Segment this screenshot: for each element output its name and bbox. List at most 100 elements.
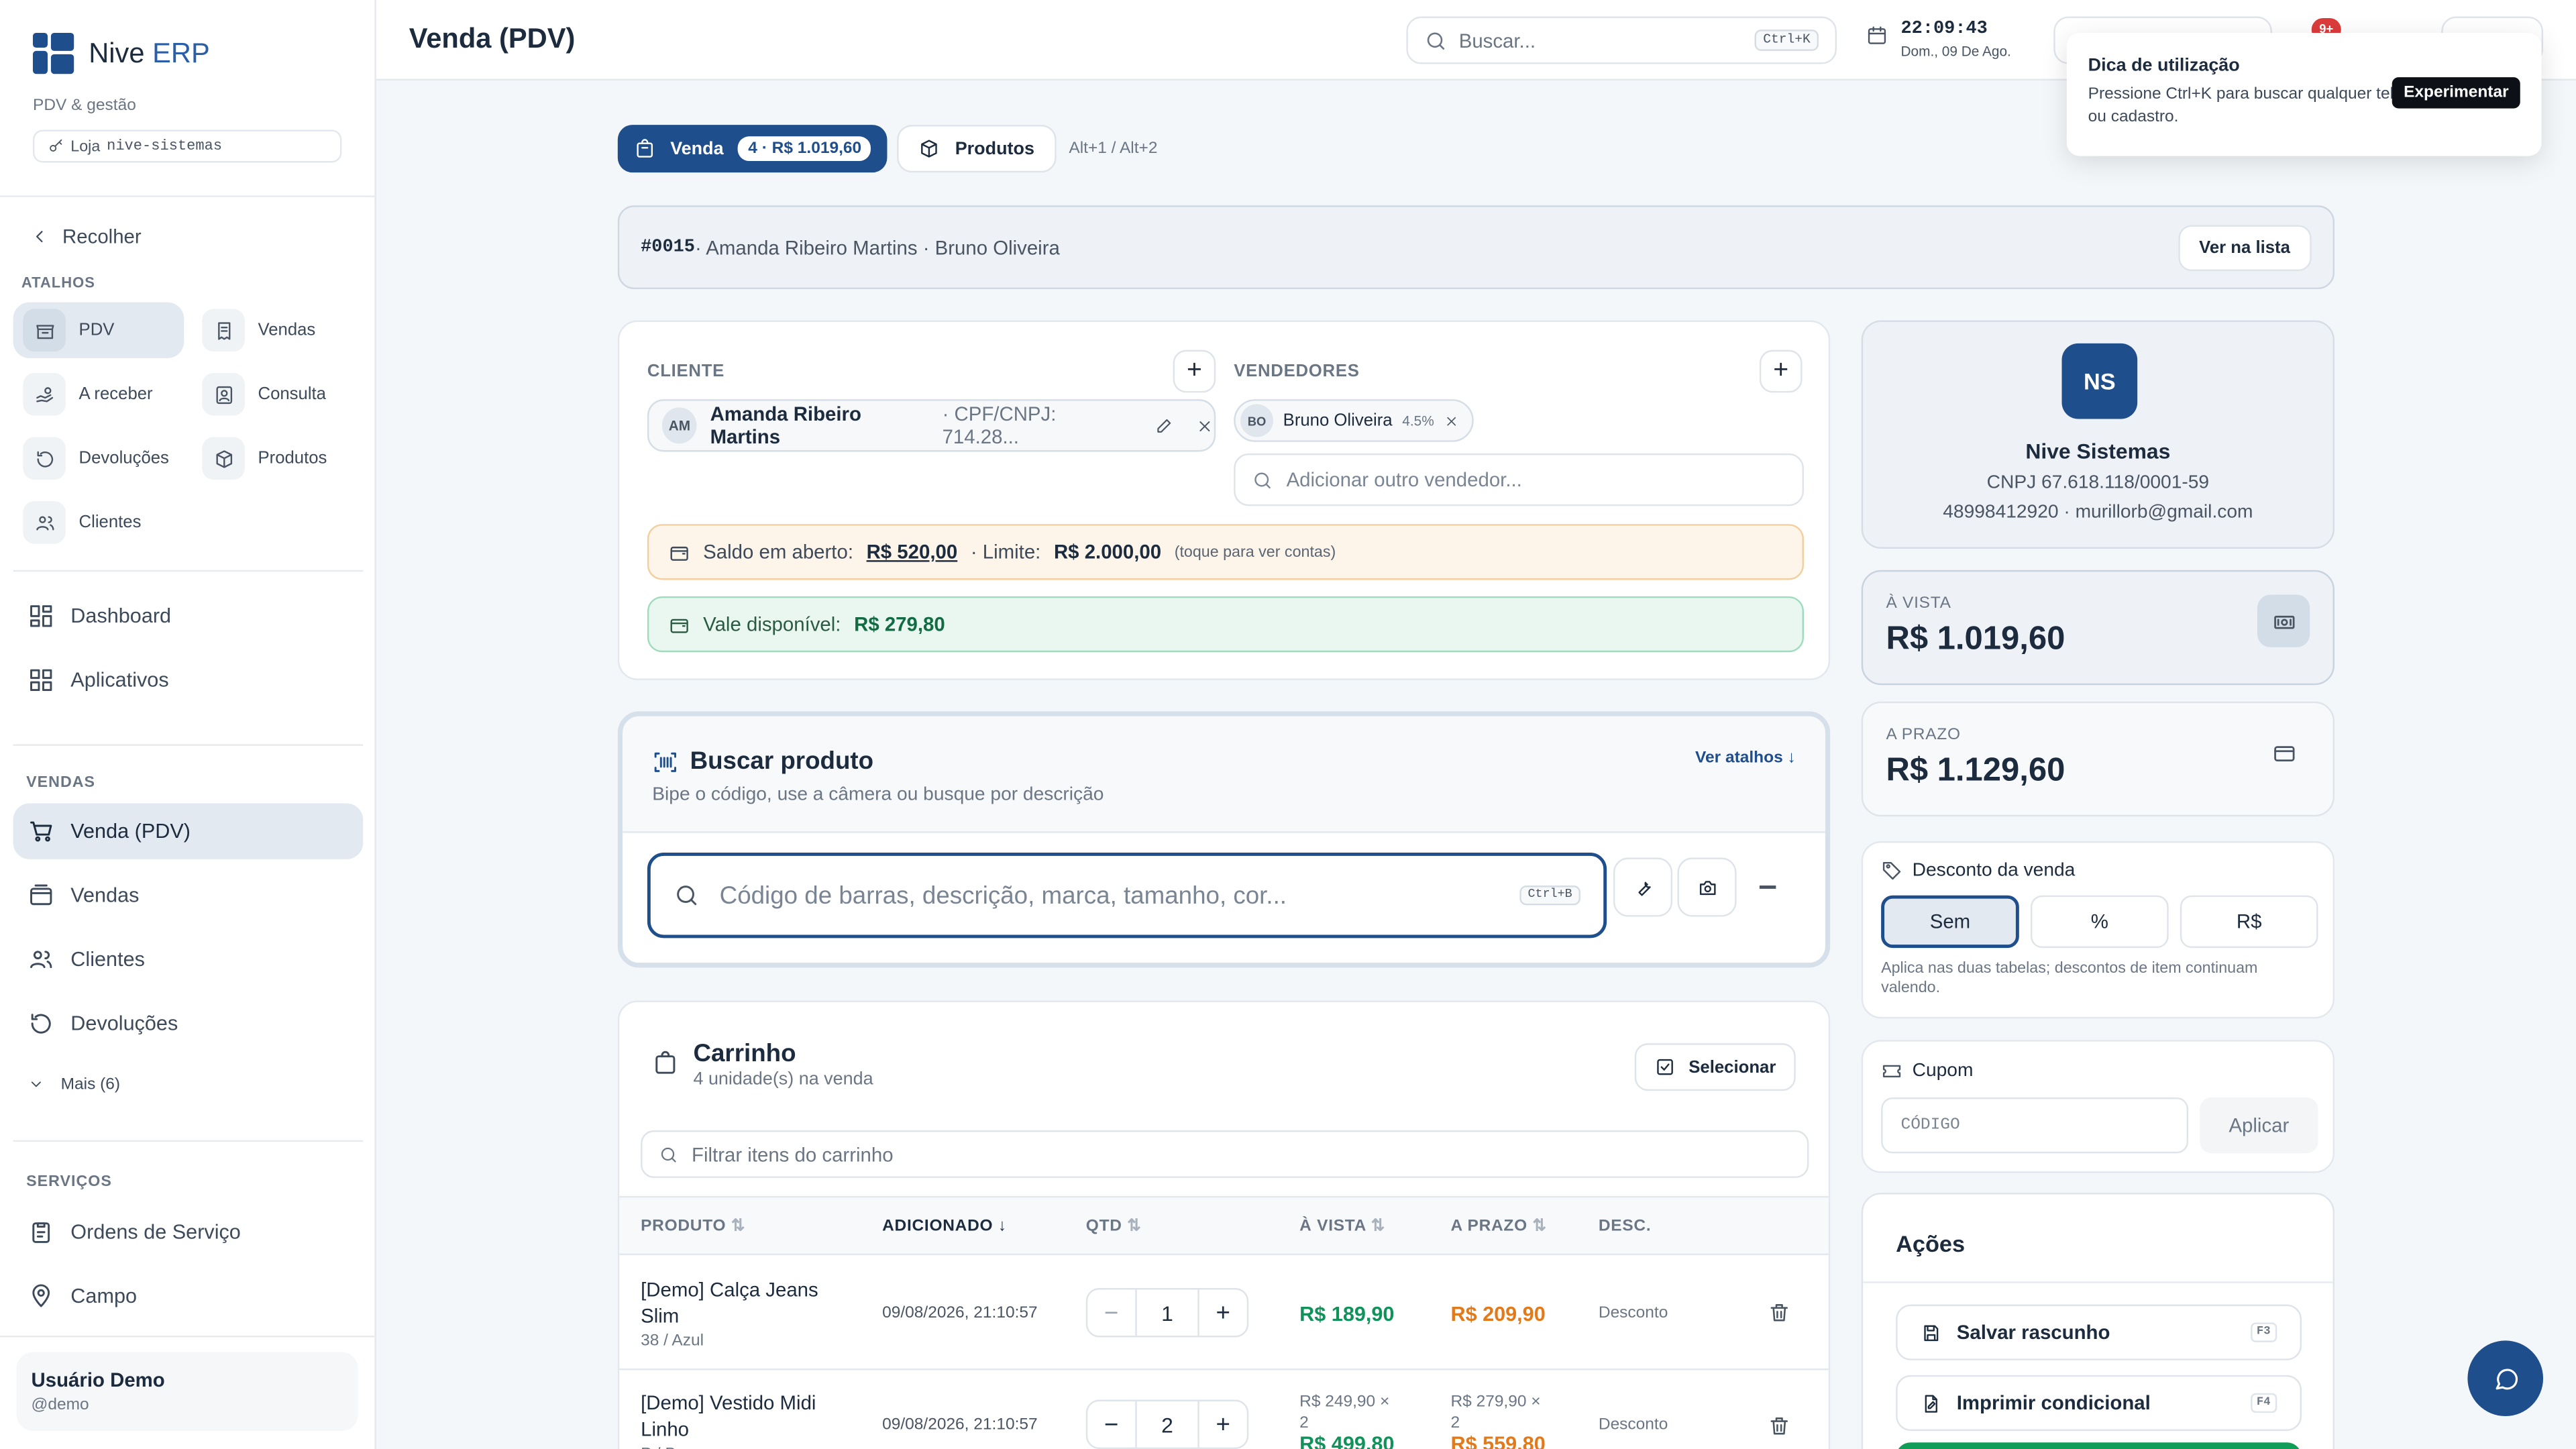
- balance-alert[interactable]: Saldo em aberto: R$ 520,00 · Limite: R$ …: [647, 524, 1805, 580]
- nav-ordens-servico[interactable]: Ordens de Serviço: [13, 1204, 364, 1260]
- shortcut-devolucoes[interactable]: Devoluções: [13, 431, 184, 486]
- camera-button[interactable]: [1677, 857, 1737, 917]
- added-date: 09/08/2026, 21:10:57: [882, 1304, 1038, 1323]
- product-variant: 38 / Azul: [641, 1332, 704, 1351]
- product-search-input[interactable]: Código de barras, descrição, marca, tama…: [647, 853, 1607, 938]
- nav-campo[interactable]: Campo: [13, 1269, 364, 1324]
- shortcut-consulta[interactable]: Consulta: [193, 366, 364, 422]
- total-vista-label: À VISTA: [1886, 594, 1951, 613]
- add-seller-button[interactable]: +: [1759, 350, 1803, 393]
- bag-icon: [655, 1051, 676, 1074]
- tab-shortcut-hint: Alt+1 / Alt+2: [1069, 140, 1158, 158]
- discount-percent-button[interactable]: %: [2030, 895, 2169, 949]
- quantity-value[interactable]: 1: [1135, 1289, 1199, 1336]
- cart-filter-input[interactable]: Filtrar itens do carrinho: [641, 1130, 1809, 1178]
- nav-clientes[interactable]: Clientes: [13, 932, 364, 987]
- shortcut-clientes[interactable]: Clientes: [13, 494, 184, 550]
- undo-icon: [23, 437, 66, 480]
- edit-icon[interactable]: [1155, 416, 1173, 435]
- table-row[interactable]: [Demo] Vestido Midi Linho P / Bege 09/08…: [619, 1372, 1828, 1449]
- total-a-prazo[interactable]: A PRAZO R$ 1.129,60: [1861, 701, 2335, 817]
- close-icon[interactable]: [1444, 413, 1458, 428]
- divider: [13, 1140, 364, 1142]
- brand[interactable]: Nive ERP: [32, 32, 210, 74]
- tab-produtos[interactable]: Produtos: [897, 125, 1056, 173]
- shortcut-label: PDV: [78, 320, 115, 340]
- col-adicionado[interactable]: ADICIONADO ↓: [882, 1218, 1007, 1236]
- view-in-list-button[interactable]: Ver na lista: [2178, 224, 2312, 270]
- col-produto[interactable]: PRODUTO ⇅: [641, 1218, 745, 1236]
- shortcut-produtos[interactable]: Produtos: [193, 431, 364, 486]
- cart-icon: [30, 821, 52, 842]
- sidebar: Nive ERP PDV & gestão Loja nive-sistemas…: [0, 0, 376, 1449]
- collapse-button[interactable]: Recolher: [30, 225, 142, 248]
- minimize-icon[interactable]: [1759, 885, 1776, 888]
- add-client-button[interactable]: +: [1173, 350, 1216, 393]
- tools-button[interactable]: [1613, 857, 1673, 917]
- col-qtd[interactable]: QTD ⇅: [1086, 1218, 1142, 1236]
- user-name: Usuário Demo: [31, 1368, 165, 1392]
- shortcut-pdv[interactable]: PDV: [13, 302, 184, 358]
- tip-try-button[interactable]: Experimentar: [2392, 77, 2520, 109]
- user-card[interactable]: Usuário Demo @demo: [16, 1352, 358, 1432]
- total-a-vista[interactable]: À VISTA R$ 1.019,60: [1861, 570, 2335, 686]
- decrement-button[interactable]: −: [1087, 1410, 1135, 1438]
- select-items-button[interactable]: Selecionar: [1634, 1043, 1796, 1091]
- col-a-prazo[interactable]: A PRAZO ⇅: [1450, 1218, 1546, 1236]
- product-search-placeholder: Código de barras, descrição, marca, tama…: [719, 881, 1287, 910]
- nav-vendas[interactable]: Vendas: [13, 867, 364, 923]
- view-shortcuts-link[interactable]: Ver atalhos ↓: [1695, 749, 1796, 767]
- nav-venda-pdv[interactable]: Venda (PDV): [13, 803, 364, 859]
- shortcut-label: Clientes: [78, 513, 142, 533]
- client-chip[interactable]: AM Amanda Ribeiro Martins · CPF/CNPJ: 71…: [647, 399, 1216, 452]
- trash-icon[interactable]: [1768, 1415, 1790, 1438]
- discount-none-button[interactable]: Sem: [1881, 895, 2019, 949]
- store-selector[interactable]: Loja nive-sistemas: [32, 129, 342, 163]
- product-search-subtitle: Bipe o código, use a câmera ou busque po…: [652, 785, 1104, 806]
- increment-button[interactable]: +: [1199, 1299, 1247, 1327]
- shortcut-vendas[interactable]: Vendas: [193, 303, 364, 358]
- balance-label: Saldo em aberto:: [703, 540, 853, 564]
- save-shortcut: F3: [2250, 1322, 2277, 1342]
- col-a-vista[interactable]: À VISTA ⇅: [1299, 1218, 1385, 1236]
- quantity-value[interactable]: 2: [1135, 1401, 1199, 1448]
- nav-dashboard[interactable]: Dashboard: [13, 588, 364, 644]
- hand-coins-icon: [23, 372, 66, 416]
- seller-commission: 4.5%: [1402, 412, 1434, 429]
- apps-icon: [30, 669, 52, 692]
- voucher-alert: Vale disponível: R$ 279,80: [647, 596, 1805, 653]
- increment-button[interactable]: +: [1199, 1410, 1247, 1438]
- client-name: Amanda Ribeiro Martins: [710, 402, 861, 449]
- quantity-stepper[interactable]: − 2 +: [1085, 1399, 1249, 1449]
- quantity-stepper[interactable]: − 1 +: [1085, 1288, 1249, 1338]
- decrement-button[interactable]: −: [1087, 1299, 1135, 1327]
- shortcut-a-receber[interactable]: A receber: [13, 366, 184, 422]
- chat-button[interactable]: [2467, 1340, 2544, 1417]
- product-search-title: Buscar produto: [652, 747, 873, 775]
- nav-aplicativos[interactable]: Aplicativos: [13, 652, 364, 708]
- map-pin-icon: [32, 1284, 50, 1307]
- coupon-input[interactable]: CÓDIGO: [1881, 1097, 2189, 1154]
- add-seller-input[interactable]: Adicionar outro vendedor...: [1234, 453, 1805, 506]
- clock: 22:09:43 Dom., 09 De Ago.: [1866, 19, 2011, 59]
- table-row[interactable]: [Demo] Calça Jeans Slim 38 / Azul 09/08/…: [619, 1256, 1829, 1371]
- discount-link[interactable]: Desconto: [1599, 1416, 1668, 1434]
- discount-link[interactable]: Desconto: [1599, 1305, 1668, 1323]
- finalize-sale-button[interactable]: [1896, 1442, 2302, 1449]
- balance-value: R$ 520,00: [866, 540, 958, 564]
- trash-icon[interactable]: [1768, 1301, 1790, 1324]
- close-icon[interactable]: [1197, 417, 1214, 435]
- nav-devolucoes[interactable]: Devoluções: [13, 996, 364, 1051]
- tab-venda[interactable]: Venda 4 · R$ 1.019,60: [617, 125, 888, 173]
- divider: [13, 744, 364, 746]
- seller-chip[interactable]: BO Bruno Oliveira 4.5%: [1234, 399, 1474, 442]
- company-card: NS Nive Sistemas CNPJ 67.618.118/0001-59…: [1861, 320, 2335, 549]
- save-draft-button[interactable]: Salvar rascunho F3: [1896, 1304, 2302, 1360]
- ticket-icon: [1882, 1065, 1901, 1078]
- discount-value-button[interactable]: R$: [2180, 895, 2318, 949]
- print-conditional-button[interactable]: Imprimir condicional F4: [1896, 1375, 2302, 1432]
- apply-coupon-button[interactable]: Aplicar: [2200, 1097, 2318, 1154]
- global-search[interactable]: Buscar... Ctrl+K: [1406, 16, 1837, 64]
- nav-more[interactable]: Mais (6): [13, 1057, 364, 1112]
- chat-icon: [2495, 1368, 2517, 1389]
